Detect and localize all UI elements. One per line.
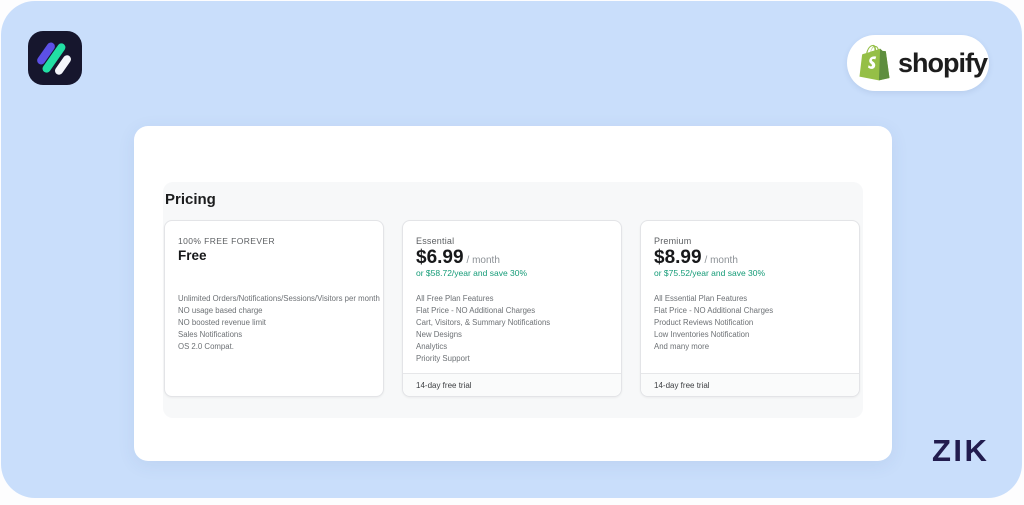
plan-feature: OS 2.0 Compat.: [178, 342, 234, 351]
plan-price-row: Free: [178, 247, 207, 265]
content-panel: Pricing 100% FREE FOREVER Free Unlimited O…: [134, 126, 892, 461]
plan-feature: Product Reviews Notification: [654, 318, 754, 327]
trial-footer[interactable]: 14-day free trial: [403, 373, 621, 396]
plan-label: Essential: [416, 236, 455, 246]
zik-wordmark: ZIK: [932, 433, 990, 468]
plan-feature-list: All Free Plan Features Flat Price - NO Ad…: [416, 293, 615, 365]
plan-card[interactable]: 100% FREE FOREVER Free Unlimited Orders/No…: [164, 220, 384, 397]
plan-feature: Priority Support: [416, 354, 470, 363]
plan-feature: Flat Price - NO Additional Charges: [416, 306, 536, 315]
plan-feature-list: Unlimited Orders/Notifications/Sessions/…: [178, 293, 380, 353]
plan-feature: All Essential Plan Features: [654, 294, 748, 303]
trial-footer[interactable]: 14-day free trial: [641, 373, 859, 396]
plan-card[interactable]: Premium $8.99/ month or $75.52/year and sa…: [640, 220, 860, 397]
plan-price-row: $8.99/ month: [654, 247, 738, 269]
plan-feature: Unlimited Orders/Notifications/Sessions/…: [178, 294, 380, 303]
plan-feature: And many more: [654, 342, 710, 351]
pricing-title: Pricing: [165, 191, 216, 208]
plan-price-row: $6.99/ month: [416, 247, 500, 269]
plan-price: $6.99: [416, 247, 464, 268]
plan-feature: Low Inventories Notification: [654, 330, 750, 339]
shopify-wordmark: shopify: [898, 47, 988, 78]
plan-yearly-note: or $75.52/year and save 30%: [654, 268, 766, 278]
plan-feature: All Free Plan Features: [416, 294, 494, 303]
plan-feature: Analytics: [416, 342, 448, 351]
pricing-section: Pricing 100% FREE FOREVER Free Unlimited O…: [163, 182, 863, 418]
plan-feature: Cart, Visitors, & Summary Notifications: [416, 318, 551, 327]
banner-background: shopify Pricing 100% FREE FOREVER Free Unl…: [1, 1, 1022, 498]
plan-feature: NO usage based charge: [178, 306, 263, 315]
plan-feature: Sales Notifications: [178, 330, 243, 339]
plan-yearly-note: or $58.72/year and save 30%: [416, 268, 528, 278]
plan-feature: New Designs: [416, 330, 462, 339]
plan-feature-list: All Essential Plan Features Flat Price - …: [654, 293, 853, 353]
plan-card[interactable]: Essential $6.99/ month or $58.72/year and …: [402, 220, 622, 397]
plan-period: / month: [466, 255, 500, 266]
plan-price: $8.99: [654, 247, 702, 268]
zik-app-logo-icon: [28, 31, 82, 85]
shopify-bag-icon: [859, 44, 891, 82]
plan-feature: Flat Price - NO Additional Charges: [654, 306, 774, 315]
plan-price: Free: [178, 248, 207, 263]
shopify-logo-badge: shopify: [847, 35, 989, 91]
plan-label: Premium: [654, 236, 692, 246]
plan-label: 100% FREE FOREVER: [178, 236, 276, 246]
plan-period: / month: [704, 255, 738, 266]
plan-feature: NO boosted revenue limit: [178, 318, 266, 327]
